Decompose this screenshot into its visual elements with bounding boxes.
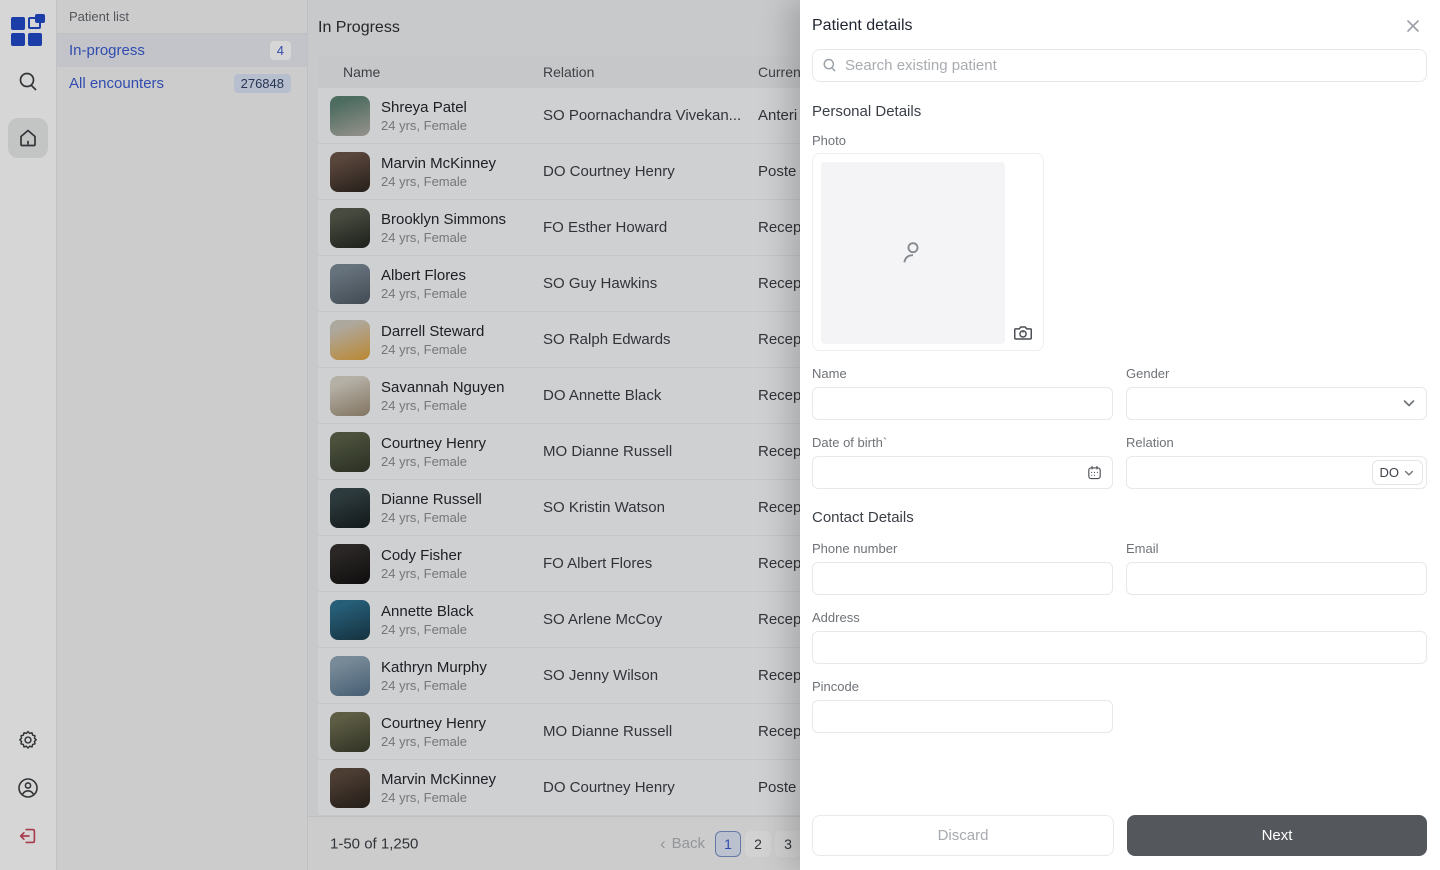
contact-details-heading: Contact Details xyxy=(812,509,914,526)
gender-select[interactable] xyxy=(1126,387,1427,420)
dob-label: Date of birth` xyxy=(812,435,888,450)
pincode-label: Pincode xyxy=(812,679,859,694)
close-button[interactable] xyxy=(1401,14,1425,38)
name-field[interactable] xyxy=(812,387,1113,420)
phone-label: Phone number xyxy=(812,541,898,556)
pincode-field[interactable] xyxy=(812,700,1113,733)
dob-field[interactable] xyxy=(812,456,1113,489)
relation-label: Relation xyxy=(1126,435,1174,450)
chevron-down-icon xyxy=(1401,395,1417,411)
search-input[interactable] xyxy=(812,49,1427,82)
close-icon xyxy=(1405,18,1421,34)
search-existing-patient xyxy=(812,49,1427,82)
email-field[interactable] xyxy=(1126,562,1427,595)
photo-upload-card[interactable] xyxy=(812,153,1044,351)
relation-type-dropdown[interactable]: DO xyxy=(1371,460,1423,485)
personal-details-heading: Personal Details xyxy=(812,103,922,120)
drawer-title: Patient details xyxy=(812,17,913,34)
relation-type-value: DO xyxy=(1379,465,1400,480)
photo-placeholder xyxy=(821,162,1005,344)
camera-icon xyxy=(1012,322,1034,344)
address-label: Address xyxy=(812,610,860,625)
patient-details-drawer: Patient details Personal Details Photo xyxy=(800,0,1440,870)
next-button[interactable]: Next xyxy=(1127,815,1427,856)
camera-button[interactable] xyxy=(1012,322,1034,344)
discard-button[interactable]: Discard xyxy=(812,815,1114,856)
person-icon xyxy=(897,236,929,270)
name-label: Name xyxy=(812,366,847,381)
search-icon xyxy=(821,57,838,74)
photo-label: Photo xyxy=(812,133,846,148)
email-label: Email xyxy=(1126,541,1159,556)
calendar-icon[interactable] xyxy=(1086,464,1103,481)
chevron-down-icon xyxy=(1403,467,1415,479)
phone-field[interactable] xyxy=(812,562,1113,595)
address-field[interactable] xyxy=(812,631,1427,664)
gender-label: Gender xyxy=(1126,366,1170,381)
